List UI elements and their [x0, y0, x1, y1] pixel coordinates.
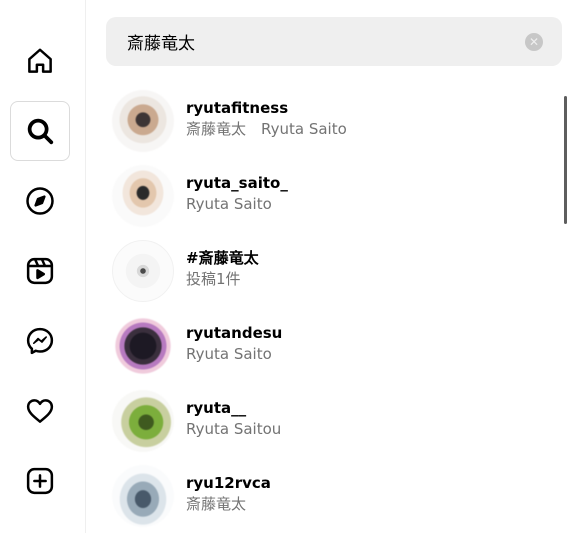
search-result-row[interactable]: ryutandesu Ryuta Saito: [86, 305, 562, 377]
result-subtitle: Ryuta Saitou: [186, 420, 282, 438]
nav-messages[interactable]: [10, 311, 70, 371]
result-username: ryuta__: [186, 399, 247, 417]
search-result-row[interactable]: ryuta__ Ryuta Saitou: [86, 380, 562, 452]
home-icon: [28, 48, 52, 73]
reels-icon: [26, 257, 54, 285]
scrollbar[interactable]: [564, 74, 569, 533]
result-subtitle: 斎藤竜太: [186, 495, 247, 513]
result-subtitle: Ryuta Saito: [186, 195, 272, 213]
result-username: ryutafitness: [186, 99, 289, 117]
nav-search[interactable]: [10, 101, 70, 161]
result-hashtag: #斎藤竜太: [186, 249, 259, 267]
nav-home[interactable]: [10, 31, 70, 91]
result-subtitle: 投稿1件: [186, 270, 241, 288]
nav-explore[interactable]: [10, 171, 70, 231]
result-username: ryutandesu: [186, 324, 283, 342]
result-subtitle: Ryuta Saito: [186, 345, 272, 363]
search-result-row[interactable]: #斎藤竜太 投稿1件: [86, 230, 562, 302]
search-result-row[interactable]: ryu12rvca 斎藤竜太: [86, 455, 562, 527]
avatar: [112, 465, 174, 527]
search-result-row[interactable]: ryuta_saito_ Ryuta Saito: [86, 155, 562, 227]
hashtag-avatar: [112, 240, 174, 302]
plus-square-icon: [26, 467, 54, 495]
result-subtitle: 斎藤竜太 Ryuta Saito: [186, 120, 347, 138]
avatar: [112, 90, 174, 152]
sidebar-nav: [0, 0, 86, 533]
avatar: [112, 165, 174, 227]
search-input[interactable]: [106, 17, 516, 66]
search-box: ✕: [106, 17, 562, 66]
result-username: ryu12rvca: [186, 474, 271, 492]
search-icon: [27, 118, 54, 145]
clear-search-button[interactable]: ✕: [525, 33, 543, 51]
heart-icon: [26, 399, 54, 423]
messenger-icon: [26, 327, 54, 355]
nav-reels[interactable]: [10, 241, 70, 301]
search-result-row[interactable]: ryutafitness 斎藤竜太 Ryuta Saito: [86, 80, 562, 152]
nav-notifications[interactable]: [10, 381, 70, 441]
result-username: ryuta_saito_: [186, 174, 288, 192]
avatar: [112, 315, 174, 377]
compass-icon: [26, 187, 54, 215]
scrollbar-thumb[interactable]: [564, 96, 567, 224]
search-panel: ✕ ryutafitness 斎藤竜太 Ryuta Saito ryuta_sa…: [86, 0, 569, 533]
avatar: [112, 390, 174, 452]
nav-create[interactable]: [10, 451, 70, 511]
